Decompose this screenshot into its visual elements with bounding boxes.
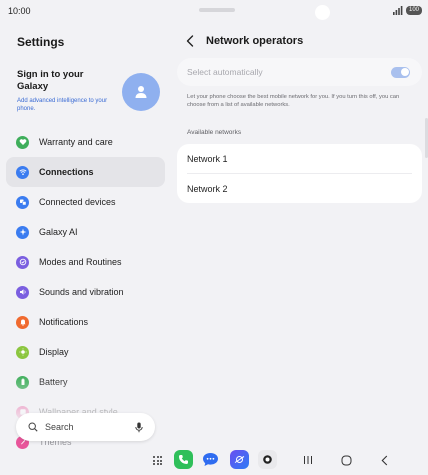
chat-bubble-icon <box>203 453 218 466</box>
search-bar[interactable]: Search <box>16 413 155 441</box>
toggle-knob <box>400 68 409 76</box>
phone-app-icon[interactable] <box>174 450 193 469</box>
battery-icon: 100 <box>405 6 422 15</box>
back-nav-button[interactable] <box>379 454 389 466</box>
camera-app-icon[interactable] <box>258 450 277 469</box>
page-title: Settings <box>17 35 65 49</box>
sidebar-item-galaxy-ai[interactable]: Galaxy AI <box>6 217 165 247</box>
sparkle-icon <box>16 225 29 239</box>
sidebar-item-label: Notifications <box>39 317 89 327</box>
sidebar-item-label: Galaxy AI <box>39 227 78 237</box>
drag-handle[interactable] <box>199 8 235 12</box>
home-button[interactable] <box>340 454 352 466</box>
sidebar-item-battery[interactable]: Battery <box>6 367 165 397</box>
network-label: Network 2 <box>187 183 228 194</box>
sidebar-item-label: Display <box>39 347 69 357</box>
internet-app-icon[interactable] <box>230 450 249 469</box>
account-subtitle: Add advanced intelligence to your phone. <box>17 98 108 112</box>
sidebar-item-display[interactable]: Display <box>6 337 165 367</box>
settings-panel: Settings Sign in to your Galaxy Add adva… <box>0 24 172 449</box>
chevron-left-icon <box>381 455 387 465</box>
networks-list: Network 1 Network 2 <box>177 144 422 203</box>
search-icon <box>28 422 38 432</box>
recent-apps-button[interactable] <box>303 454 313 466</box>
person-icon <box>135 86 147 98</box>
network-label: Network 1 <box>187 153 228 164</box>
sidebar-item-modes-routines[interactable]: Modes and Routines <box>6 247 165 277</box>
select-automatically-toggle[interactable] <box>391 66 410 78</box>
sidebar-item-sounds[interactable]: Sounds and vibration <box>6 277 165 307</box>
planet-icon <box>234 456 245 463</box>
sidebar-item-connections[interactable]: Connections <box>6 157 165 187</box>
available-networks-label: Available networks <box>187 129 242 136</box>
account-title: Sign in to your Galaxy <box>17 69 84 92</box>
network-item-1[interactable]: Network 1 <box>177 144 422 173</box>
select-automatically-description: Let your phone choose the best mobile ne… <box>187 94 400 108</box>
camera-icon <box>263 455 272 464</box>
settings-menu: Warranty and care Connections Connected … <box>6 127 165 457</box>
page-title: Network operators <box>206 35 304 47</box>
microphone-icon[interactable] <box>135 422 143 433</box>
apps-grid-icon[interactable] <box>153 456 162 465</box>
home-icon <box>341 455 351 465</box>
phone-icon <box>179 455 188 464</box>
heart-icon <box>16 135 29 149</box>
sidebar-item-label: Connections <box>39 167 94 177</box>
speaker-icon <box>16 285 29 299</box>
status-time: 10:00 <box>8 6 31 16</box>
chevron-left-icon <box>186 35 194 47</box>
camera-cutout <box>315 5 330 20</box>
search-label: Search <box>45 422 74 432</box>
signal-icon <box>392 6 403 15</box>
check-circle-icon <box>16 255 29 269</box>
status-bar: 10:00 100 <box>0 0 428 24</box>
sidebar-item-label: Battery <box>39 377 68 387</box>
select-automatically-row[interactable]: Select automatically <box>177 58 422 86</box>
sidebar-item-warranty[interactable]: Warranty and care <box>6 127 165 157</box>
sidebar-item-label: Sounds and vibration <box>39 287 124 297</box>
network-item-2[interactable]: Network 2 <box>177 174 422 203</box>
sidebar-item-label: Connected devices <box>39 197 116 207</box>
bottom-navigation <box>0 446 428 475</box>
messages-app-icon[interactable] <box>201 450 220 469</box>
status-icons: 100 <box>392 6 422 15</box>
recents-icon <box>304 456 312 464</box>
wifi-icon <box>16 165 29 179</box>
bell-icon <box>16 315 29 329</box>
network-operators-header: Network operators <box>186 34 303 48</box>
back-button[interactable] <box>186 34 198 48</box>
account-card[interactable]: Sign in to your Galaxy Add advanced inte… <box>6 57 165 121</box>
select-automatically-label: Select automatically <box>187 67 263 77</box>
sidebar-item-label: Warranty and care <box>39 137 113 147</box>
avatar[interactable] <box>122 73 160 111</box>
sidebar-item-label: Modes and Routines <box>39 257 122 267</box>
sun-icon <box>16 345 29 359</box>
sidebar-item-notifications[interactable]: Notifications <box>6 307 165 337</box>
sidebar-item-connected-devices[interactable]: Connected devices <box>6 187 165 217</box>
devices-icon <box>16 195 29 209</box>
battery-icon <box>16 375 29 389</box>
